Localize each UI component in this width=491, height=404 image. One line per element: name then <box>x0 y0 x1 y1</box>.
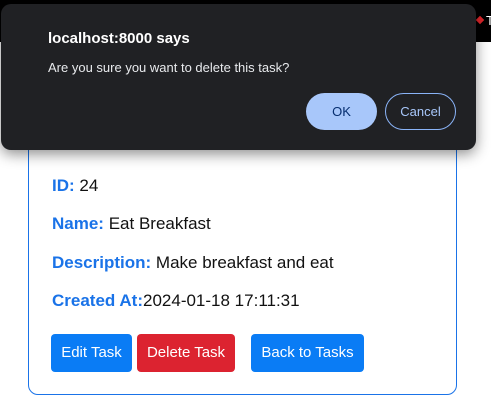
task-description-value: Make breakfast and eat <box>155 253 334 272</box>
dialog-cancel-button[interactable]: Cancel <box>385 93 456 130</box>
task-name-value: Eat Breakfast <box>108 214 211 233</box>
task-description-row: Description: Make breakfast and eat <box>52 252 334 274</box>
task-description-label: Description: <box>52 253 152 272</box>
dialog-title: localhost:8000 says <box>48 30 190 47</box>
task-id-label: ID: <box>52 176 75 195</box>
edit-task-button[interactable]: Edit Task <box>51 334 132 372</box>
task-created-row: Created At:2024-01-18 17:11:31 <box>52 290 300 312</box>
task-name-label: Name: <box>52 214 104 233</box>
back-to-tasks-button[interactable]: Back to Tasks <box>251 334 364 372</box>
task-created-label: Created At: <box>52 291 143 310</box>
tab-title-truncated[interactable]: T <box>486 13 491 29</box>
task-created-value: 2024-01-18 17:11:31 <box>143 291 300 310</box>
dialog-message: Are you sure you want to delete this tas… <box>48 60 290 75</box>
task-id-value: 24 <box>79 176 99 195</box>
tab-favicon-icon <box>475 15 485 25</box>
delete-task-button[interactable]: Delete Task <box>137 334 235 372</box>
task-id-row: ID: 24 <box>52 175 98 197</box>
dialog-ok-button[interactable]: OK <box>306 93 377 130</box>
task-detail-card: ID: 24 Name: Eat Breakfast Description: … <box>28 120 457 395</box>
task-name-row: Name: Eat Breakfast <box>52 213 211 235</box>
confirm-dialog: localhost:8000 says Are you sure you wan… <box>1 4 476 150</box>
